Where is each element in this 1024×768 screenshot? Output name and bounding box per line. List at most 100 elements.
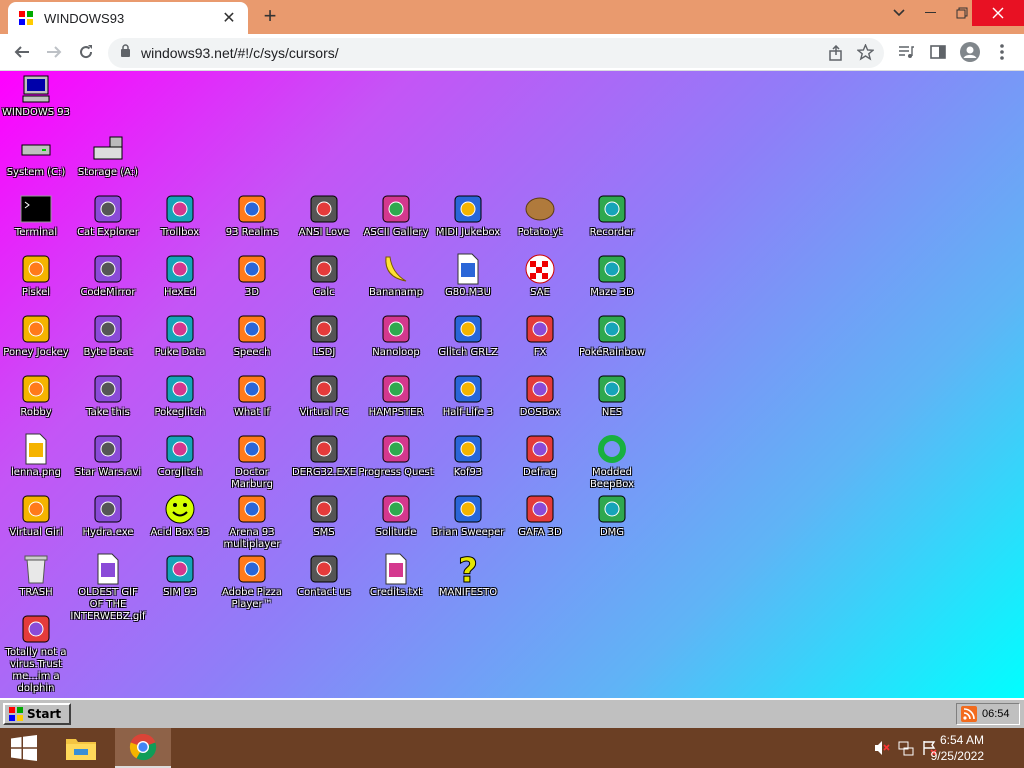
desktop-icon-label: ASCII Gallery: [363, 227, 429, 238]
start-button[interactable]: Start: [3, 703, 71, 725]
desktop-icon[interactable]: Cat Explorer: [72, 193, 144, 253]
desktop-icon[interactable]: Progress Quest: [358, 433, 434, 493]
reload-icon[interactable]: [72, 38, 100, 66]
desktop-icon[interactable]: Brian Sweeper: [432, 493, 504, 553]
desktop-icon[interactable]: PokéRainbow: [576, 313, 648, 373]
share-icon[interactable]: [828, 44, 844, 66]
desktop-icon[interactable]: DERG32.EXE: [288, 433, 360, 493]
desktop-icon[interactable]: Credits.txt: [360, 553, 432, 613]
media-control-icon[interactable]: [892, 38, 920, 66]
lock-icon[interactable]: [120, 44, 131, 62]
desktop-icon[interactable]: 3D: [216, 253, 288, 313]
desktop-icon[interactable]: Doctor Marburg: [216, 433, 288, 493]
side-panel-icon[interactable]: [924, 38, 952, 66]
browser-tab[interactable]: WINDOWS93 ✕: [8, 2, 248, 34]
calculator-icon: [308, 253, 340, 285]
windows93-logo-icon: [9, 707, 23, 721]
desktop-icon-label: Bananamp: [368, 287, 423, 298]
desktop-icon[interactable]: Modded BeepBox: [576, 433, 648, 493]
desktop-icon[interactable]: System (C:): [0, 133, 72, 193]
desktop-icon[interactable]: Recorder: [576, 193, 648, 253]
desktop-icon[interactable]: lenna.png: [0, 433, 72, 493]
corgi-icon: [164, 433, 196, 465]
desktop-icon[interactable]: SIM 93: [144, 553, 216, 613]
network-icon[interactable]: [898, 740, 914, 756]
desktop-icon[interactable]: MIDI Jukebox: [432, 193, 504, 253]
back-arrow-icon[interactable]: [8, 38, 36, 66]
desktop-icon[interactable]: Solitude: [360, 493, 432, 553]
desktop-icon[interactable]: Terminal: [0, 193, 72, 253]
windows93-clock: 06:54: [982, 708, 1010, 720]
desktop-icon[interactable]: Virtual Girl: [0, 493, 72, 553]
desktop-icon[interactable]: Maze 3D: [576, 253, 648, 313]
desktop-icon[interactable]: Virtual PC: [288, 373, 360, 433]
desktop-icon[interactable]: DOSBox: [504, 373, 576, 433]
desktop-icon[interactable]: TRASH: [0, 553, 72, 613]
desktop-icon[interactable]: Arena 93 multiplayer: [216, 493, 288, 553]
desktop-icon[interactable]: OLDEST GIF OF THE INTERWEBZ.gif: [70, 553, 146, 622]
desktop-icon-label: Pokeglitch: [154, 407, 206, 418]
desktop-icon[interactable]: Calc: [288, 253, 360, 313]
desktop-icon[interactable]: Defrag: [504, 433, 576, 493]
desktop-icon[interactable]: SMS: [288, 493, 360, 553]
desktop-icon[interactable]: Speech: [216, 313, 288, 373]
desktop-icon[interactable]: Robby: [0, 373, 72, 433]
desktop-icon[interactable]: FX: [504, 313, 576, 373]
close-window-button[interactable]: [972, 0, 1024, 26]
forward-arrow-icon[interactable]: [40, 38, 68, 66]
desktop-icon[interactable]: Nanoloop: [360, 313, 432, 373]
desktop-icon[interactable]: ? MANIFESTO: [432, 553, 504, 613]
desktop-icon[interactable]: Totally not a virus.Trust me...im a dolp…: [0, 613, 72, 694]
desktop-icon[interactable]: Trollbox: [144, 193, 216, 253]
new-tab-button[interactable]: +: [258, 5, 282, 29]
desktop-icon[interactable]: GAFA 3D: [504, 493, 576, 553]
desktop-icon[interactable]: Star Wars.avi: [72, 433, 144, 493]
desktop-icon[interactable]: WINDOWS 93: [0, 73, 72, 133]
desktop-icon[interactable]: Byte Beat: [72, 313, 144, 373]
desktop-icon[interactable]: DMG: [576, 493, 648, 553]
kebab-menu-icon[interactable]: [988, 38, 1016, 66]
desktop-icon[interactable]: CodeMirror: [72, 253, 144, 313]
system-clock[interactable]: 6:54 AM 9/25/2022: [914, 732, 984, 764]
desktop-icon-label: Credits.txt: [369, 587, 423, 598]
desktop-icon[interactable]: Puke Data: [144, 313, 216, 373]
profile-avatar-icon[interactable]: [956, 38, 984, 66]
desktop-icon[interactable]: Corglitch: [144, 433, 216, 493]
desktop-icon[interactable]: What If: [216, 373, 288, 433]
desktop-icon[interactable]: ANSI Love: [288, 193, 360, 253]
chrome-taskbar-icon[interactable]: [115, 728, 171, 768]
desktop-icon[interactable]: Bananamp: [360, 253, 432, 313]
desktop-icon[interactable]: Piskel: [0, 253, 72, 313]
desktop-icon[interactable]: NES: [576, 373, 648, 433]
tab-close-icon[interactable]: ✕: [220, 8, 238, 28]
file-explorer-icon[interactable]: [57, 728, 105, 768]
address-bar[interactable]: windows93.net/#!/c/sys/cursors/: [108, 38, 884, 68]
desktop-icon[interactable]: HAMPSTER: [360, 373, 432, 433]
desktop-icon[interactable]: Contact us: [288, 553, 360, 613]
windows-start-icon[interactable]: [0, 728, 48, 768]
volume-muted-icon[interactable]: [874, 740, 890, 756]
desktop-icon[interactable]: G80.M3U: [432, 253, 504, 313]
desktop-icon[interactable]: Pokeglitch: [144, 373, 216, 433]
desktop-icon[interactable]: Adobe Pizza Player™: [216, 553, 288, 613]
desktop-icon[interactable]: Acid Box 93: [144, 493, 216, 553]
desktop-icon-label: NES: [601, 407, 623, 418]
bookmark-star-icon[interactable]: [856, 43, 875, 66]
desktop-icon[interactable]: Kof93: [432, 433, 504, 493]
desktop-icon[interactable]: Poney Jockey: [0, 313, 72, 373]
desktop-icon[interactable]: 93 Realms: [216, 193, 288, 253]
desktop-icon[interactable]: Storage (A:): [72, 133, 144, 193]
desktop-icon-label: ANSI Love: [298, 227, 350, 238]
desktop-icon[interactable]: SAE: [504, 253, 576, 313]
desktop-icon[interactable]: Half-Life 3: [432, 373, 504, 433]
desktop-icon[interactable]: Take this: [72, 373, 144, 433]
desktop-icon[interactable]: ASCII Gallery: [360, 193, 432, 253]
bottle-icon: [380, 493, 412, 525]
desktop-icon[interactable]: HexEd: [144, 253, 216, 313]
desktop-icon[interactable]: Hydra.exe: [72, 493, 144, 553]
desktop-icon[interactable]: LSDJ: [288, 313, 360, 373]
desktop-icon[interactable]: Potato.yt: [504, 193, 576, 253]
desktop-icon[interactable]: Glitch GRLZ: [432, 313, 504, 373]
rss-icon[interactable]: [961, 706, 977, 722]
swords-icon: [380, 433, 412, 465]
